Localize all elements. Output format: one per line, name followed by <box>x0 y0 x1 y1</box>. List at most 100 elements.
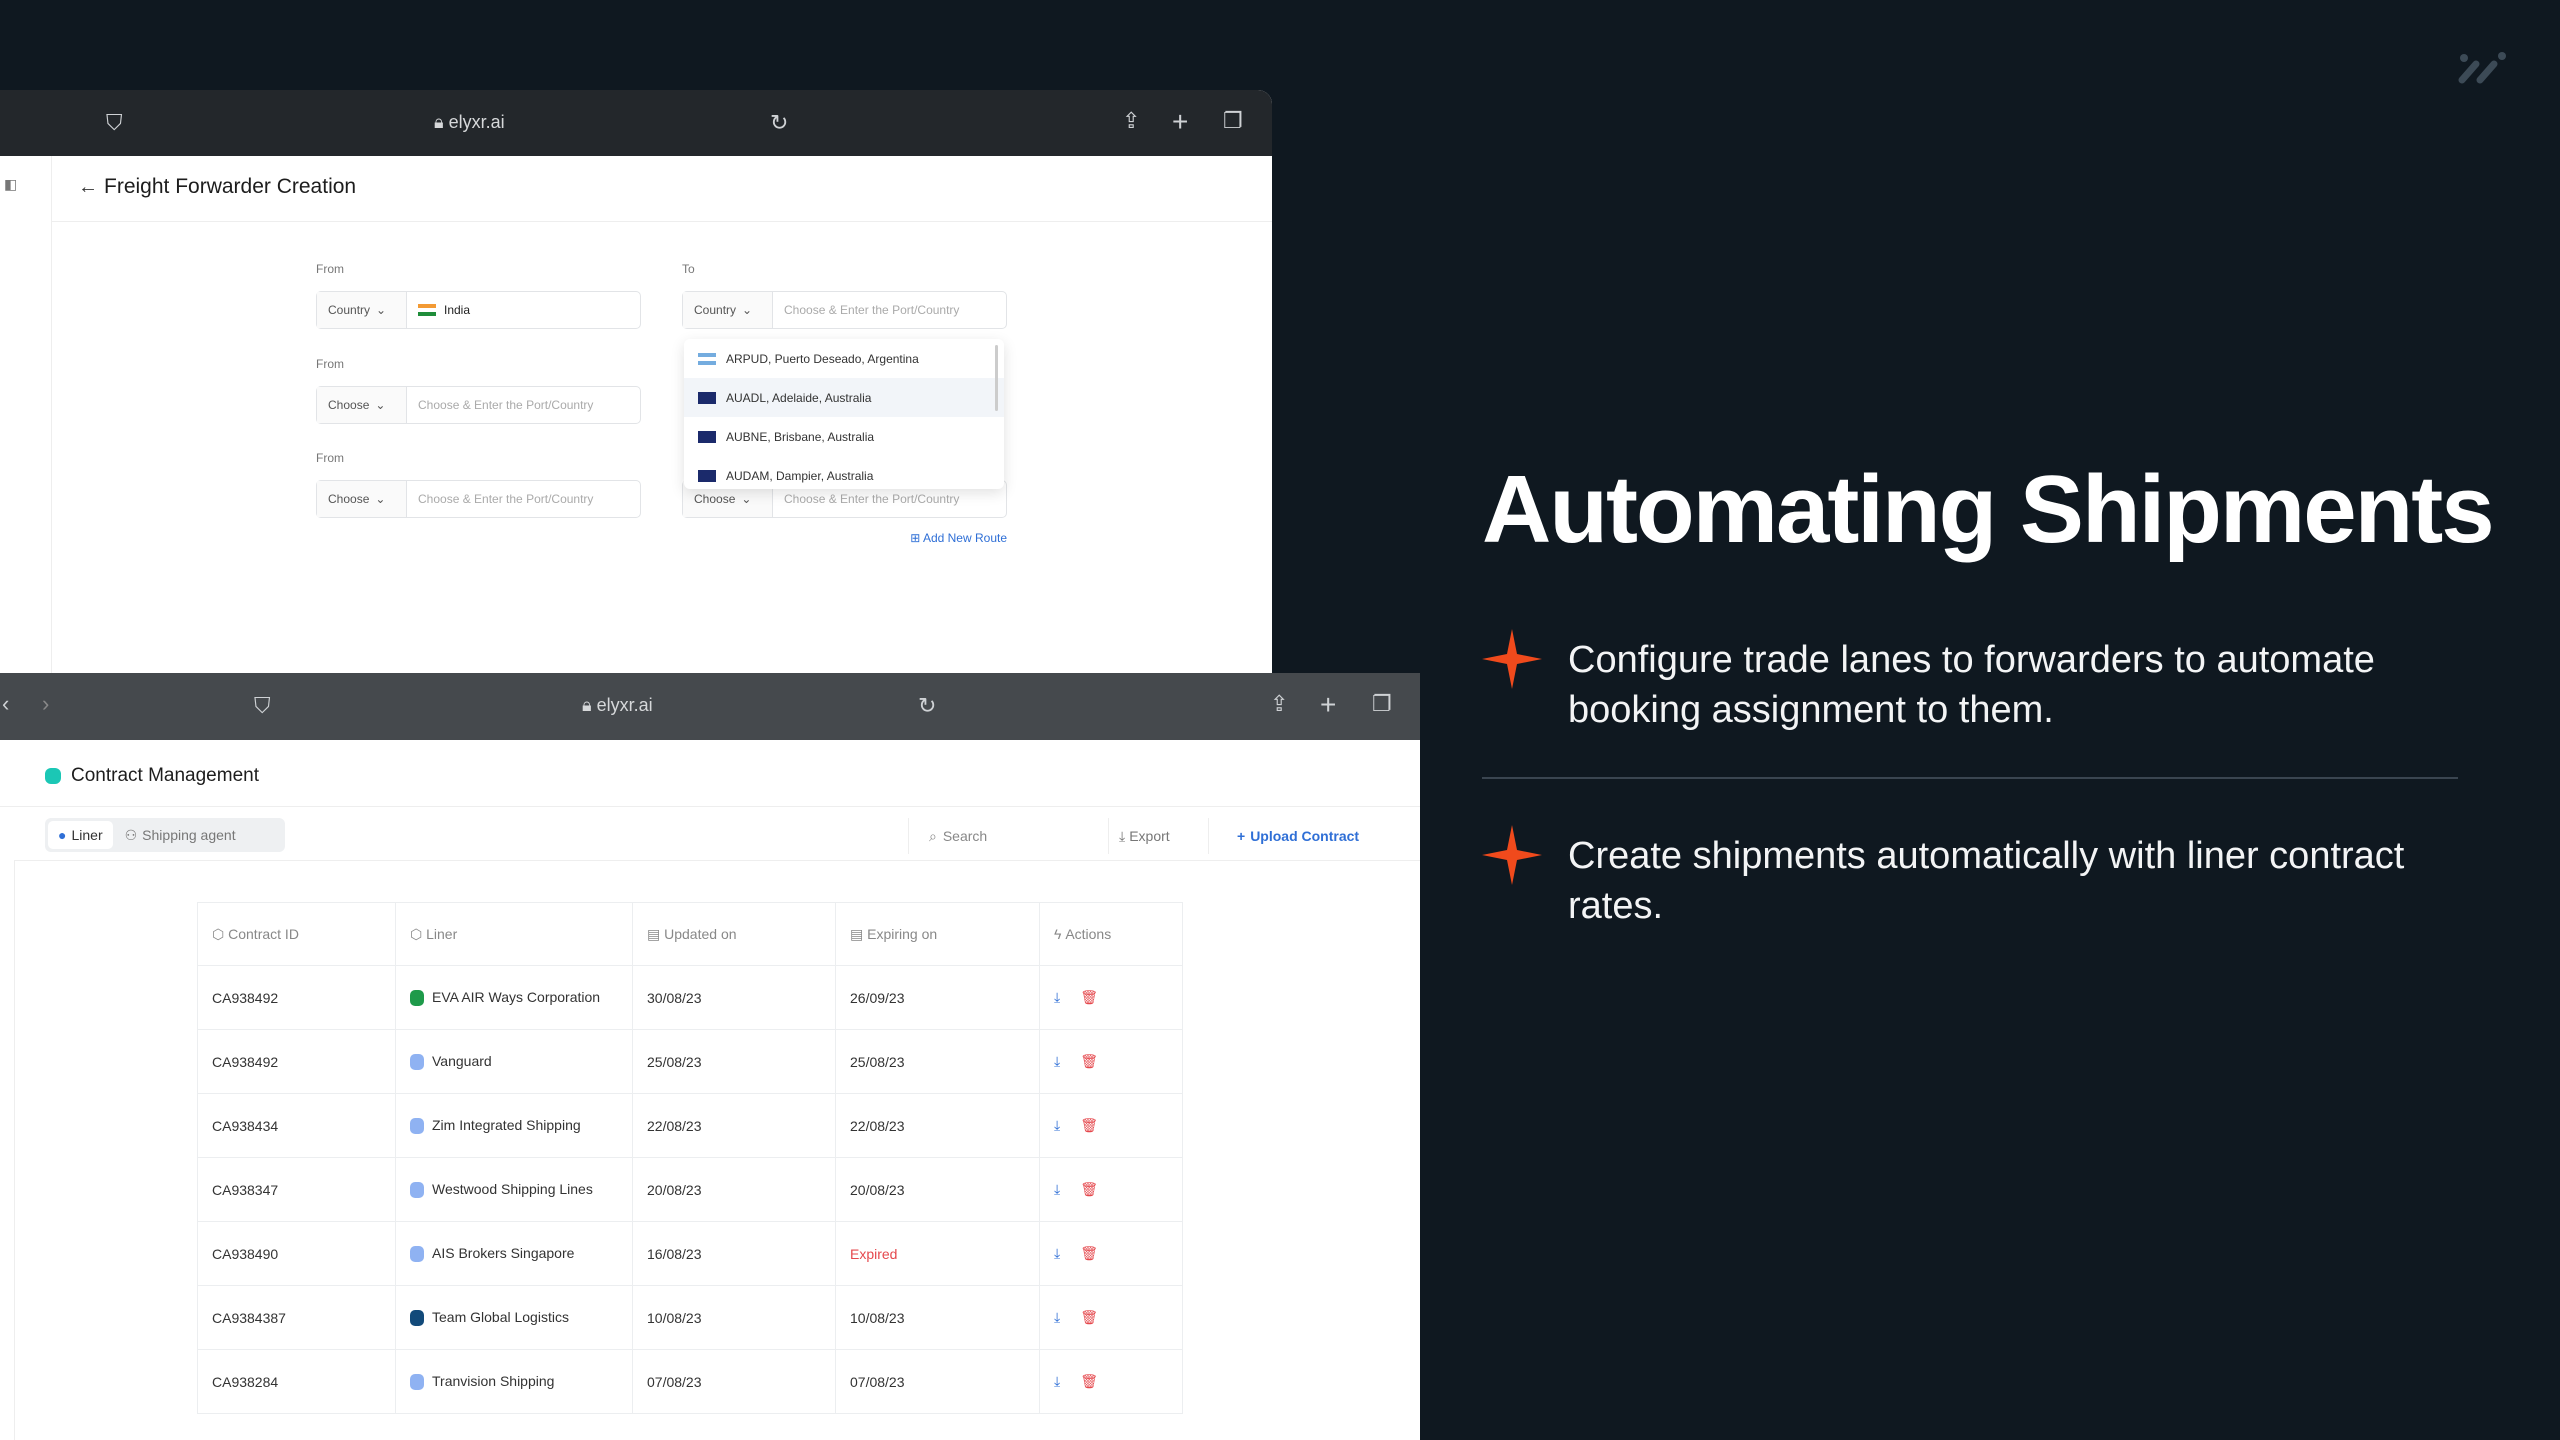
trash-icon[interactable]: 🗑︎ <box>1080 1245 1098 1261</box>
from-placeholder: Choose & Enter the Port/Country <box>418 398 594 412</box>
download-icon[interactable]: ⤓ <box>1054 989 1060 1005</box>
search-icon: ⌕ <box>929 827 937 844</box>
sidebar: ◧ <box>0 156 52 673</box>
download-icon[interactable]: ⤓ <box>1054 1245 1060 1261</box>
tab-shipping-agent[interactable]: ⚇ Shipping agent <box>117 827 244 844</box>
sidebar-toggle-icon[interactable]: ◧ <box>4 176 17 193</box>
trash-icon[interactable]: 🗑︎ <box>1080 989 1098 1005</box>
download-icon[interactable]: ⤓ <box>1054 1181 1060 1197</box>
address-bar[interactable]: 🔒︎ elyxr.ai <box>434 112 505 133</box>
divider <box>0 806 1420 807</box>
liner-logo-icon <box>410 1310 424 1327</box>
download-icon[interactable]: ⤓ <box>1054 1053 1060 1069</box>
table-row[interactable]: CA938347 Westwood Shipping Lines 20/08/2… <box>197 1157 1183 1222</box>
col-contract-id[interactable]: ⬡ Contract ID <box>197 902 396 966</box>
reload-icon[interactable]: ↻ <box>918 693 936 719</box>
liner-cell: EVA AIR Ways Corporation <box>395 965 633 1030</box>
shield-icon[interactable]: ⛉ <box>254 693 271 719</box>
tabs-icon[interactable]: ❐ <box>1223 108 1243 134</box>
table-row[interactable]: CA938434 Zim Integrated Shipping 22/08/2… <box>197 1093 1183 1158</box>
contract-id: CA938434 <box>197 1093 396 1158</box>
liner-name: Zim Integrated Shipping <box>432 1116 581 1133</box>
table-row[interactable]: CA938492 EVA AIR Ways Corporation 30/08/… <box>197 965 1183 1030</box>
updated-on: 07/08/23 <box>632 1349 836 1414</box>
promo-bullet: Create shipments automatically with line… <box>1482 825 2482 931</box>
from-type-select[interactable]: Country ⌄ <box>317 292 407 328</box>
from-field-1[interactable]: Country ⌄ India <box>316 291 641 329</box>
select-value: Country <box>694 303 737 317</box>
updated-on: 30/08/23 <box>632 965 836 1030</box>
download-icon[interactable]: ⤓ <box>1054 1117 1060 1133</box>
from-type-select[interactable]: Choose ⌄ <box>317 481 407 517</box>
share-icon[interactable]: ⇪ <box>1270 691 1288 717</box>
brand-logo-icon <box>2458 52 2506 84</box>
chevron-down-icon: ⌄ <box>376 303 387 317</box>
divider <box>14 860 15 1440</box>
from-type-select[interactable]: Choose ⌄ <box>317 387 407 423</box>
trash-icon[interactable]: 🗑︎ <box>1080 1053 1098 1069</box>
option-label: AUBNE, Brisbane, Australia <box>726 429 875 444</box>
address-bar[interactable]: 🔒︎ elyxr.ai <box>582 695 653 716</box>
upload-contract-button[interactable]: + Upload Contract <box>1208 818 1359 854</box>
page-header: Contract Management <box>45 765 259 787</box>
trash-icon[interactable]: 🗑︎ <box>1080 1309 1098 1325</box>
back-icon[interactable]: ‹ <box>2 691 9 717</box>
updated-on: 10/08/23 <box>632 1285 836 1350</box>
scrollbar[interactable] <box>995 345 998 411</box>
actions-cell: ⤓ 🗑︎ <box>1039 1221 1183 1286</box>
add-new-route-link[interactable]: ⊞ Add New Route <box>910 531 1007 545</box>
reload-icon[interactable]: ↻ <box>770 110 788 136</box>
expiring-on: 10/08/23 <box>835 1285 1040 1350</box>
column-label: Updated on <box>664 925 737 942</box>
to-type-select[interactable]: Country ⌄ <box>683 292 773 328</box>
download-icon[interactable]: ⤓ <box>1054 1373 1060 1389</box>
from-placeholder: Choose & Enter the Port/Country <box>418 492 594 506</box>
col-updated-on[interactable]: ▤ Updated on <box>632 902 836 966</box>
from-field-2[interactable]: Choose ⌄ Choose & Enter the Port/Country <box>316 386 641 424</box>
share-icon[interactable]: ⇪ <box>1122 108 1140 134</box>
australia-flag-icon <box>698 391 716 404</box>
trash-icon[interactable]: 🗑︎ <box>1080 1117 1098 1133</box>
table-row[interactable]: CA938284 Tranvision Shipping 07/08/23 07… <box>197 1349 1183 1414</box>
contract-id: CA9384387 <box>197 1285 396 1350</box>
liner-cell: Team Global Logistics <box>395 1285 633 1350</box>
updated-on: 22/08/23 <box>632 1093 836 1158</box>
table-row[interactable]: CA938492 Vanguard 25/08/23 25/08/23 ⤓ 🗑︎ <box>197 1029 1183 1094</box>
liner-logo-icon <box>410 990 424 1007</box>
from-field-3[interactable]: Choose ⌄ Choose & Enter the Port/Country <box>316 480 641 518</box>
col-expiring-on[interactable]: ▤ Expiring on <box>835 902 1040 966</box>
to-field-1[interactable]: Country ⌄ Choose & Enter the Port/Country <box>682 291 1007 329</box>
tabs-icon[interactable]: ❐ <box>1372 691 1392 717</box>
option-label: AUADL, Adelaide, Australia <box>726 390 872 405</box>
liner-logo-icon <box>410 1246 424 1263</box>
dropdown-option[interactable]: AUADL, Adelaide, Australia <box>684 378 1004 417</box>
download-icon[interactable]: ⤓ <box>1054 1309 1060 1325</box>
from-value: India <box>444 303 471 317</box>
liner-cell: Westwood Shipping Lines <box>395 1157 633 1222</box>
contract-id: CA938492 <box>197 965 396 1030</box>
sparkle-icon <box>1482 825 1542 885</box>
new-tab-icon[interactable]: + <box>1320 689 1336 721</box>
trash-icon[interactable]: 🗑︎ <box>1080 1181 1098 1197</box>
chevron-down-icon: ⌄ <box>742 303 753 317</box>
table-row[interactable]: CA938490 AIS Brokers Singapore 16/08/23 … <box>197 1221 1183 1286</box>
dropdown-option[interactable]: AUDAM, Dampier, Australia <box>684 456 1004 489</box>
dropdown-option[interactable]: AUBNE, Brisbane, Australia <box>684 417 1004 456</box>
liner-name: Team Global Logistics <box>432 1308 569 1325</box>
trash-icon[interactable]: 🗑︎ <box>1080 1373 1098 1389</box>
export-button[interactable]: ⤓ Export <box>1108 818 1208 854</box>
export-icon: ⤓ <box>1119 827 1126 844</box>
new-tab-icon[interactable]: + <box>1172 106 1188 138</box>
tab-liner[interactable]: ● Liner <box>48 821 113 849</box>
liner-name: AIS Brokers Singapore <box>432 1244 575 1261</box>
col-liner[interactable]: ⬡ Liner <box>395 902 633 966</box>
forward-icon[interactable]: › <box>42 691 49 717</box>
contract-id: CA938284 <box>197 1349 396 1414</box>
table-row[interactable]: CA9384387 Team Global Logistics 10/08/23… <box>197 1285 1183 1350</box>
search-input[interactable]: ⌕ Search <box>908 818 1093 854</box>
dropdown-option[interactable]: ARPUD, Puerto Deseado, Argentina <box>684 339 1004 378</box>
page-title: Contract Management <box>71 765 259 786</box>
shield-icon[interactable]: ⛉ <box>106 110 123 136</box>
back-arrow-icon[interactable]: ← <box>78 176 98 199</box>
divider <box>1482 777 2458 779</box>
